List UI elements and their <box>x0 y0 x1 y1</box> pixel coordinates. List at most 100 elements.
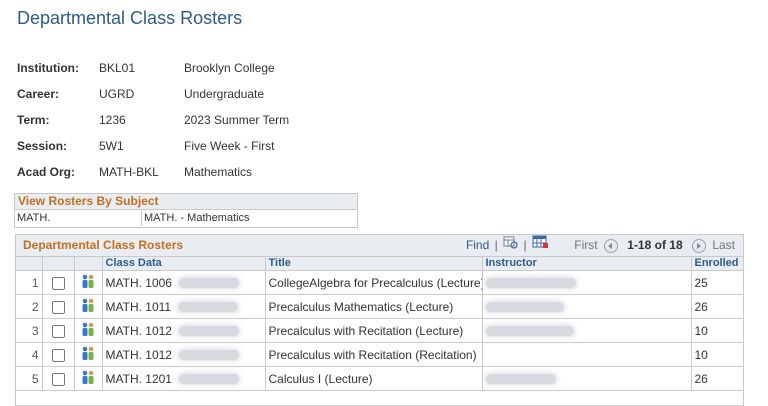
first-link[interactable]: First <box>574 238 597 252</box>
roster-table: Class Data Title Instructor Enrolled 1 M… <box>16 257 743 391</box>
redacted-section <box>178 278 239 289</box>
row-number-header <box>16 257 43 271</box>
term-desc: 2023 Summer Term <box>184 113 290 127</box>
enrolled-cell: 10 <box>691 318 743 343</box>
institution-label: Institution: <box>17 61 79 75</box>
session-desc: Five Week - First <box>184 139 275 153</box>
previous-icon[interactable] <box>603 238 618 253</box>
grid-navigation: Find | | First 1-18 of 18 Last <box>466 235 735 256</box>
table-header-row: Class Data Title Instructor Enrolled <box>16 257 743 271</box>
career-desc: Undergraduate <box>184 87 265 101</box>
view-rosters-by-subject: View Rosters By Subject MATH. MATH. - Ma… <box>14 193 358 228</box>
enrolled-cell: 25 <box>691 270 743 295</box>
title-cell: Precalculus with Recitation (Lecture) <box>265 318 483 343</box>
instructor-cell <box>482 294 692 319</box>
table-row: 2 MATH. 1011 Precalculus Mathematics (Le… <box>16 294 743 319</box>
redacted-instructor <box>485 374 556 385</box>
people-roster-icon[interactable] <box>80 321 96 337</box>
class-data-cell: MATH. 1012 <box>102 342 266 367</box>
instructor-cell <box>482 342 692 367</box>
career-label: Career: <box>17 87 60 101</box>
enrolled-cell: 10 <box>691 342 743 367</box>
select-checkbox[interactable] <box>51 276 65 290</box>
instructor-cell <box>482 318 692 343</box>
row-number: 2 <box>16 294 43 319</box>
roster-link[interactable] <box>74 366 103 391</box>
acad-org-label: Acad Org: <box>17 165 76 179</box>
enrolled-cell: 26 <box>691 294 743 319</box>
download-spreadsheet-icon[interactable] <box>532 235 549 256</box>
redacted-instructor <box>485 278 576 289</box>
range-label: 1-18 of 18 <box>627 238 683 252</box>
subject-heading: View Rosters By Subject <box>15 194 357 210</box>
icon-header <box>74 257 103 271</box>
subject-desc: MATH. - Mathematics <box>144 212 250 224</box>
redacted-instructor <box>485 326 574 337</box>
find-link[interactable]: Find <box>466 238 489 252</box>
acad-org-code: MATH-BKL <box>99 165 159 179</box>
redacted-section <box>178 350 239 361</box>
class-data-cell: MATH. 1006 <box>102 270 266 295</box>
row-select[interactable] <box>42 366 75 391</box>
redacted-instructor <box>485 302 564 313</box>
redacted-section <box>177 302 238 313</box>
roster-link[interactable] <box>74 318 103 343</box>
enrolled-header[interactable]: Enrolled <box>691 257 743 271</box>
grid-title: Departmental Class Rosters <box>23 238 184 252</box>
row-number: 5 <box>16 366 43 391</box>
people-roster-icon[interactable] <box>80 369 96 385</box>
roster-link[interactable] <box>74 294 103 319</box>
redacted-section <box>178 326 239 337</box>
career-code: UGRD <box>99 87 135 101</box>
title-cell: Precalculus with Recitation (Recitation) <box>265 342 483 367</box>
people-roster-icon[interactable] <box>80 345 96 361</box>
grid-title-bar: Departmental Class Rosters Find | | Firs… <box>16 235 743 257</box>
instructor-cell <box>482 270 692 295</box>
page-title: Departmental Class Rosters <box>17 8 243 28</box>
term-label: Term: <box>17 113 50 127</box>
roster-link[interactable] <box>74 342 103 367</box>
class-data-cell: MATH. 1011 <box>102 294 266 319</box>
term-code: 1236 <box>99 113 126 127</box>
people-roster-icon[interactable] <box>80 273 96 289</box>
class-data-cell: MATH. 1201 <box>102 366 266 391</box>
instructor-cell <box>482 366 692 391</box>
table-row: 1 MATH. 1006 CollegeAlgebra for Precalcu… <box>16 270 743 295</box>
select-header <box>42 257 75 271</box>
next-icon[interactable] <box>691 238 706 253</box>
zoom-grid-icon[interactable] <box>503 235 518 256</box>
row-select[interactable] <box>42 294 75 319</box>
session-label: Session: <box>17 139 68 153</box>
subject-code: MATH. <box>17 210 142 226</box>
select-checkbox[interactable] <box>51 300 65 314</box>
row-select[interactable] <box>42 270 75 295</box>
instructor-header[interactable]: Instructor <box>482 257 692 271</box>
row-number: 4 <box>16 342 43 367</box>
roster-link[interactable] <box>74 270 103 295</box>
table-row: 5 MATH. 1201 Calculus I (Lecture) 26 <box>16 366 743 391</box>
people-roster-icon[interactable] <box>80 297 96 313</box>
title-cell: CollegeAlgebra for Precalculus (Lecture) <box>265 270 483 295</box>
select-checkbox[interactable] <box>51 324 65 338</box>
enrolled-cell: 26 <box>691 366 743 391</box>
select-checkbox[interactable] <box>51 348 65 362</box>
session-code: 5W1 <box>99 139 124 153</box>
class-data-cell: MATH. 1012 <box>102 318 266 343</box>
institution-desc: Brooklyn College <box>184 61 275 75</box>
select-checkbox[interactable] <box>51 372 65 386</box>
row-number: 3 <box>16 318 43 343</box>
title-cell: Calculus I (Lecture) <box>265 366 483 391</box>
institution-code: BKL01 <box>99 61 136 75</box>
row-select[interactable] <box>42 318 75 343</box>
row-select[interactable] <box>42 342 75 367</box>
redacted-section <box>178 374 239 385</box>
subject-row[interactable]: MATH. MATH. - Mathematics <box>15 210 357 226</box>
title-cell: Precalculus Mathematics (Lecture) <box>265 294 483 319</box>
acad-org-desc: Mathematics <box>184 165 253 179</box>
last-link[interactable]: Last <box>712 238 735 252</box>
table-row: 3 MATH. 1012 Precalculus with Recitation… <box>16 318 743 343</box>
row-number: 1 <box>16 270 43 295</box>
class-data-header[interactable]: Class Data <box>102 257 266 271</box>
title-header[interactable]: Title <box>265 257 483 271</box>
table-row: 4 MATH. 1012 Precalculus with Recitation… <box>16 342 743 367</box>
